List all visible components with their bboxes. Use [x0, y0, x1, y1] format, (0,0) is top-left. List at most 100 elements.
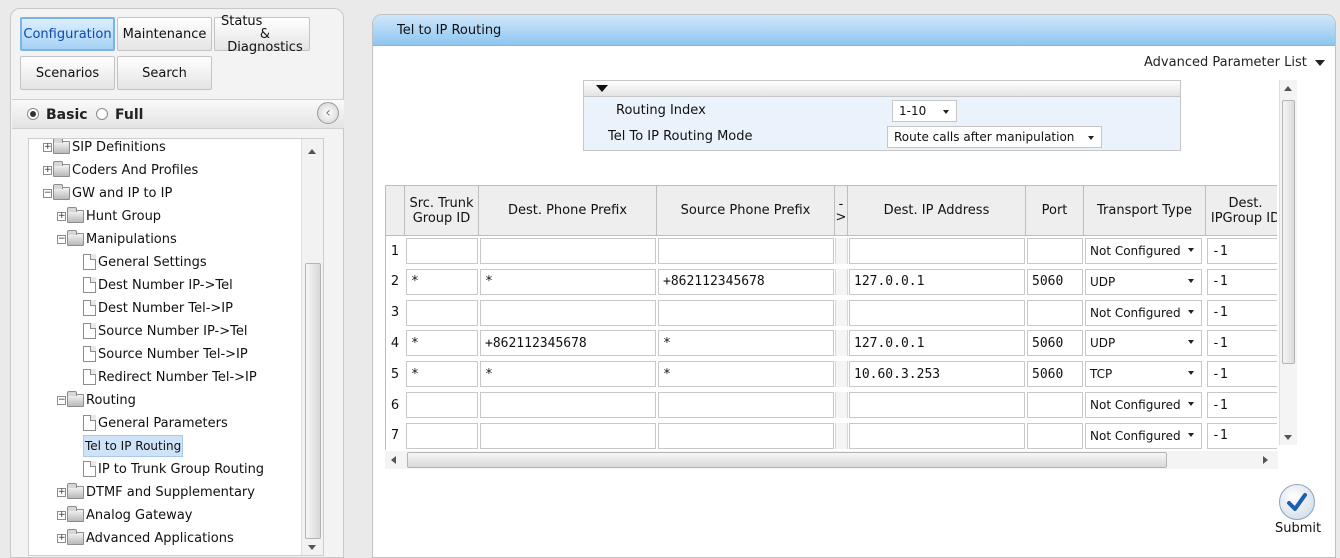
tree-item-dest-number-ip-tel[interactable]: Dest Number IP->Tel: [83, 275, 233, 295]
source-phone-prefix-cell[interactable]: [658, 299, 834, 326]
dest-ipgroup-id-cell[interactable]: -1: [1207, 268, 1277, 295]
collapse-icon[interactable]: −: [57, 234, 66, 244]
dest-ipgroup-id-cell[interactable]: -1: [1207, 238, 1277, 264]
expand-icon[interactable]: +: [57, 533, 66, 543]
tree-item-dest-number-tel-ip[interactable]: Dest Number Tel->IP: [83, 298, 233, 318]
transport-type-select[interactable]: UDP: [1085, 330, 1202, 357]
src-trunk-group-cell[interactable]: *: [406, 361, 478, 388]
port-cell[interactable]: 5060: [1027, 361, 1083, 388]
maintenance-button[interactable]: Maintenance: [117, 17, 212, 51]
src-trunk-group-cell[interactable]: [406, 299, 478, 326]
dest-ip-address-cell[interactable]: 10.60.3.253: [849, 361, 1025, 388]
port-cell[interactable]: [1027, 299, 1083, 326]
scroll-up-icon[interactable]: [1284, 86, 1292, 91]
tree-item-gw-and-ip-to-ip[interactable]: − GW and IP to IP: [43, 183, 172, 203]
dest-ip-address-cell[interactable]: [849, 299, 1025, 326]
transport-type-select[interactable]: TCP: [1085, 361, 1202, 388]
collapse-icon[interactable]: −: [43, 188, 52, 198]
scroll-right-icon[interactable]: [1263, 456, 1268, 464]
dest-ipgroup-id-cell[interactable]: -1: [1207, 422, 1277, 449]
tree-item-tel-to-ip-routing[interactable]: Tel to IP Routing: [83, 435, 184, 457]
advanced-parameter-list-toggle[interactable]: Advanced Parameter List: [1144, 55, 1325, 70]
tree-item-general-settings[interactable]: General Settings: [83, 252, 207, 272]
src-trunk-group-cell[interactable]: *: [406, 268, 478, 295]
scroll-down-icon[interactable]: [1284, 435, 1292, 440]
transport-type-select[interactable]: Not Configured: [1085, 422, 1202, 449]
collapse-triangle-icon[interactable]: [596, 85, 608, 92]
scroll-up-icon[interactable]: [308, 149, 316, 154]
dest-phone-prefix-cell[interactable]: *: [480, 361, 656, 388]
source-phone-prefix-cell[interactable]: +862112345678: [658, 268, 834, 295]
scenarios-button[interactable]: Scenarios: [20, 56, 115, 90]
port-cell[interactable]: [1027, 392, 1083, 418]
tree-scroll-thumb[interactable]: [305, 263, 321, 539]
tree-item-analog-gateway[interactable]: + Analog Gateway: [57, 505, 192, 525]
transport-type-select[interactable]: UDP: [1085, 268, 1202, 295]
dest-ip-address-cell[interactable]: 127.0.0.1: [849, 268, 1025, 295]
tree-scrollbar[interactable]: [301, 139, 323, 555]
vertical-scroll-thumb[interactable]: [1282, 100, 1295, 364]
source-phone-prefix-cell[interactable]: [658, 392, 834, 418]
dest-ipgroup-id-cell[interactable]: -1: [1207, 392, 1277, 418]
tree-item-advanced-applications[interactable]: + Advanced Applications: [57, 528, 234, 548]
status-diagnostics-button[interactable]: Status & Diagnostics: [214, 15, 310, 54]
routing-index-select[interactable]: 1-10: [892, 100, 957, 122]
collapse-icon[interactable]: −: [57, 395, 66, 405]
general-group-header[interactable]: [583, 80, 1181, 97]
scroll-down-icon[interactable]: [308, 545, 316, 550]
dest-phone-prefix-cell[interactable]: [480, 422, 656, 449]
tree-item-manipulations[interactable]: − Manipulations: [57, 229, 177, 249]
dest-ipgroup-id-cell[interactable]: -1: [1207, 330, 1277, 357]
port-cell[interactable]: [1027, 238, 1083, 264]
src-trunk-group-cell[interactable]: [406, 392, 478, 418]
dest-ip-address-cell[interactable]: [849, 392, 1025, 418]
basic-radio[interactable]: [27, 108, 39, 120]
tree-item-hunt-group[interactable]: + Hunt Group: [57, 206, 161, 226]
dest-ip-address-cell[interactable]: [849, 422, 1025, 449]
tree-item-sip-definitions[interactable]: + SIP Definitions: [43, 139, 166, 157]
expand-icon[interactable]: +: [57, 487, 66, 497]
transport-type-select[interactable]: Not Configured: [1085, 238, 1202, 264]
tree-item-ip-to-trunk-group-routing[interactable]: IP to Trunk Group Routing: [83, 459, 264, 479]
search-button[interactable]: Search: [117, 56, 212, 90]
dest-phone-prefix-cell[interactable]: *: [480, 268, 656, 295]
scroll-left-icon[interactable]: [391, 456, 396, 464]
tree-item-routing[interactable]: − Routing: [57, 390, 136, 410]
horizontal-scroll-thumb[interactable]: [407, 452, 1167, 468]
expand-icon[interactable]: +: [43, 142, 52, 152]
transport-type-select[interactable]: Not Configured: [1085, 392, 1202, 418]
src-trunk-group-cell[interactable]: *: [406, 330, 478, 357]
expand-icon[interactable]: +: [57, 211, 66, 221]
src-trunk-group-cell[interactable]: [406, 238, 478, 264]
dest-phone-prefix-cell[interactable]: [480, 392, 656, 418]
tree-item-source-number-tel-ip[interactable]: Source Number Tel->IP: [83, 344, 248, 364]
dest-ip-address-cell[interactable]: [849, 238, 1025, 264]
expand-icon[interactable]: +: [43, 165, 52, 175]
tree-item-coders-and-profiles[interactable]: + Coders And Profiles: [43, 160, 198, 180]
source-phone-prefix-cell[interactable]: [658, 422, 834, 449]
source-phone-prefix-cell[interactable]: *: [658, 361, 834, 388]
dest-phone-prefix-cell[interactable]: [480, 238, 656, 264]
routing-mode-select[interactable]: Route calls after manipulation: [887, 126, 1102, 148]
submit-button[interactable]: [1279, 484, 1315, 520]
dest-phone-prefix-cell[interactable]: [480, 299, 656, 326]
dest-ip-address-cell[interactable]: 127.0.0.1: [849, 330, 1025, 357]
port-cell[interactable]: 5060: [1027, 330, 1083, 357]
tree-item-dtmf-and-supplementary[interactable]: + DTMF and Supplementary: [57, 482, 255, 502]
dest-ipgroup-id-cell[interactable]: -1: [1207, 361, 1277, 388]
src-trunk-group-cell[interactable]: [406, 422, 478, 449]
full-radio[interactable]: [96, 108, 108, 120]
tree-item-general-parameters[interactable]: General Parameters: [83, 413, 228, 433]
port-cell[interactable]: [1027, 422, 1083, 449]
expand-icon[interactable]: +: [57, 510, 66, 520]
tree-item-redirect-number-tel-ip[interactable]: Redirect Number Tel->IP: [83, 367, 257, 387]
tree-item-source-number-ip-tel[interactable]: Source Number IP->Tel: [83, 321, 247, 341]
dest-phone-prefix-cell[interactable]: +862112345678: [480, 330, 656, 357]
source-phone-prefix-cell[interactable]: [658, 238, 834, 264]
configuration-button[interactable]: Configuration: [20, 17, 115, 51]
collapse-panel-icon[interactable]: ‹: [317, 102, 339, 124]
source-phone-prefix-cell[interactable]: *: [658, 330, 834, 357]
transport-type-select[interactable]: Not Configured: [1085, 299, 1202, 326]
port-cell[interactable]: 5060: [1027, 268, 1083, 295]
dest-ipgroup-id-cell[interactable]: -1: [1207, 299, 1277, 326]
